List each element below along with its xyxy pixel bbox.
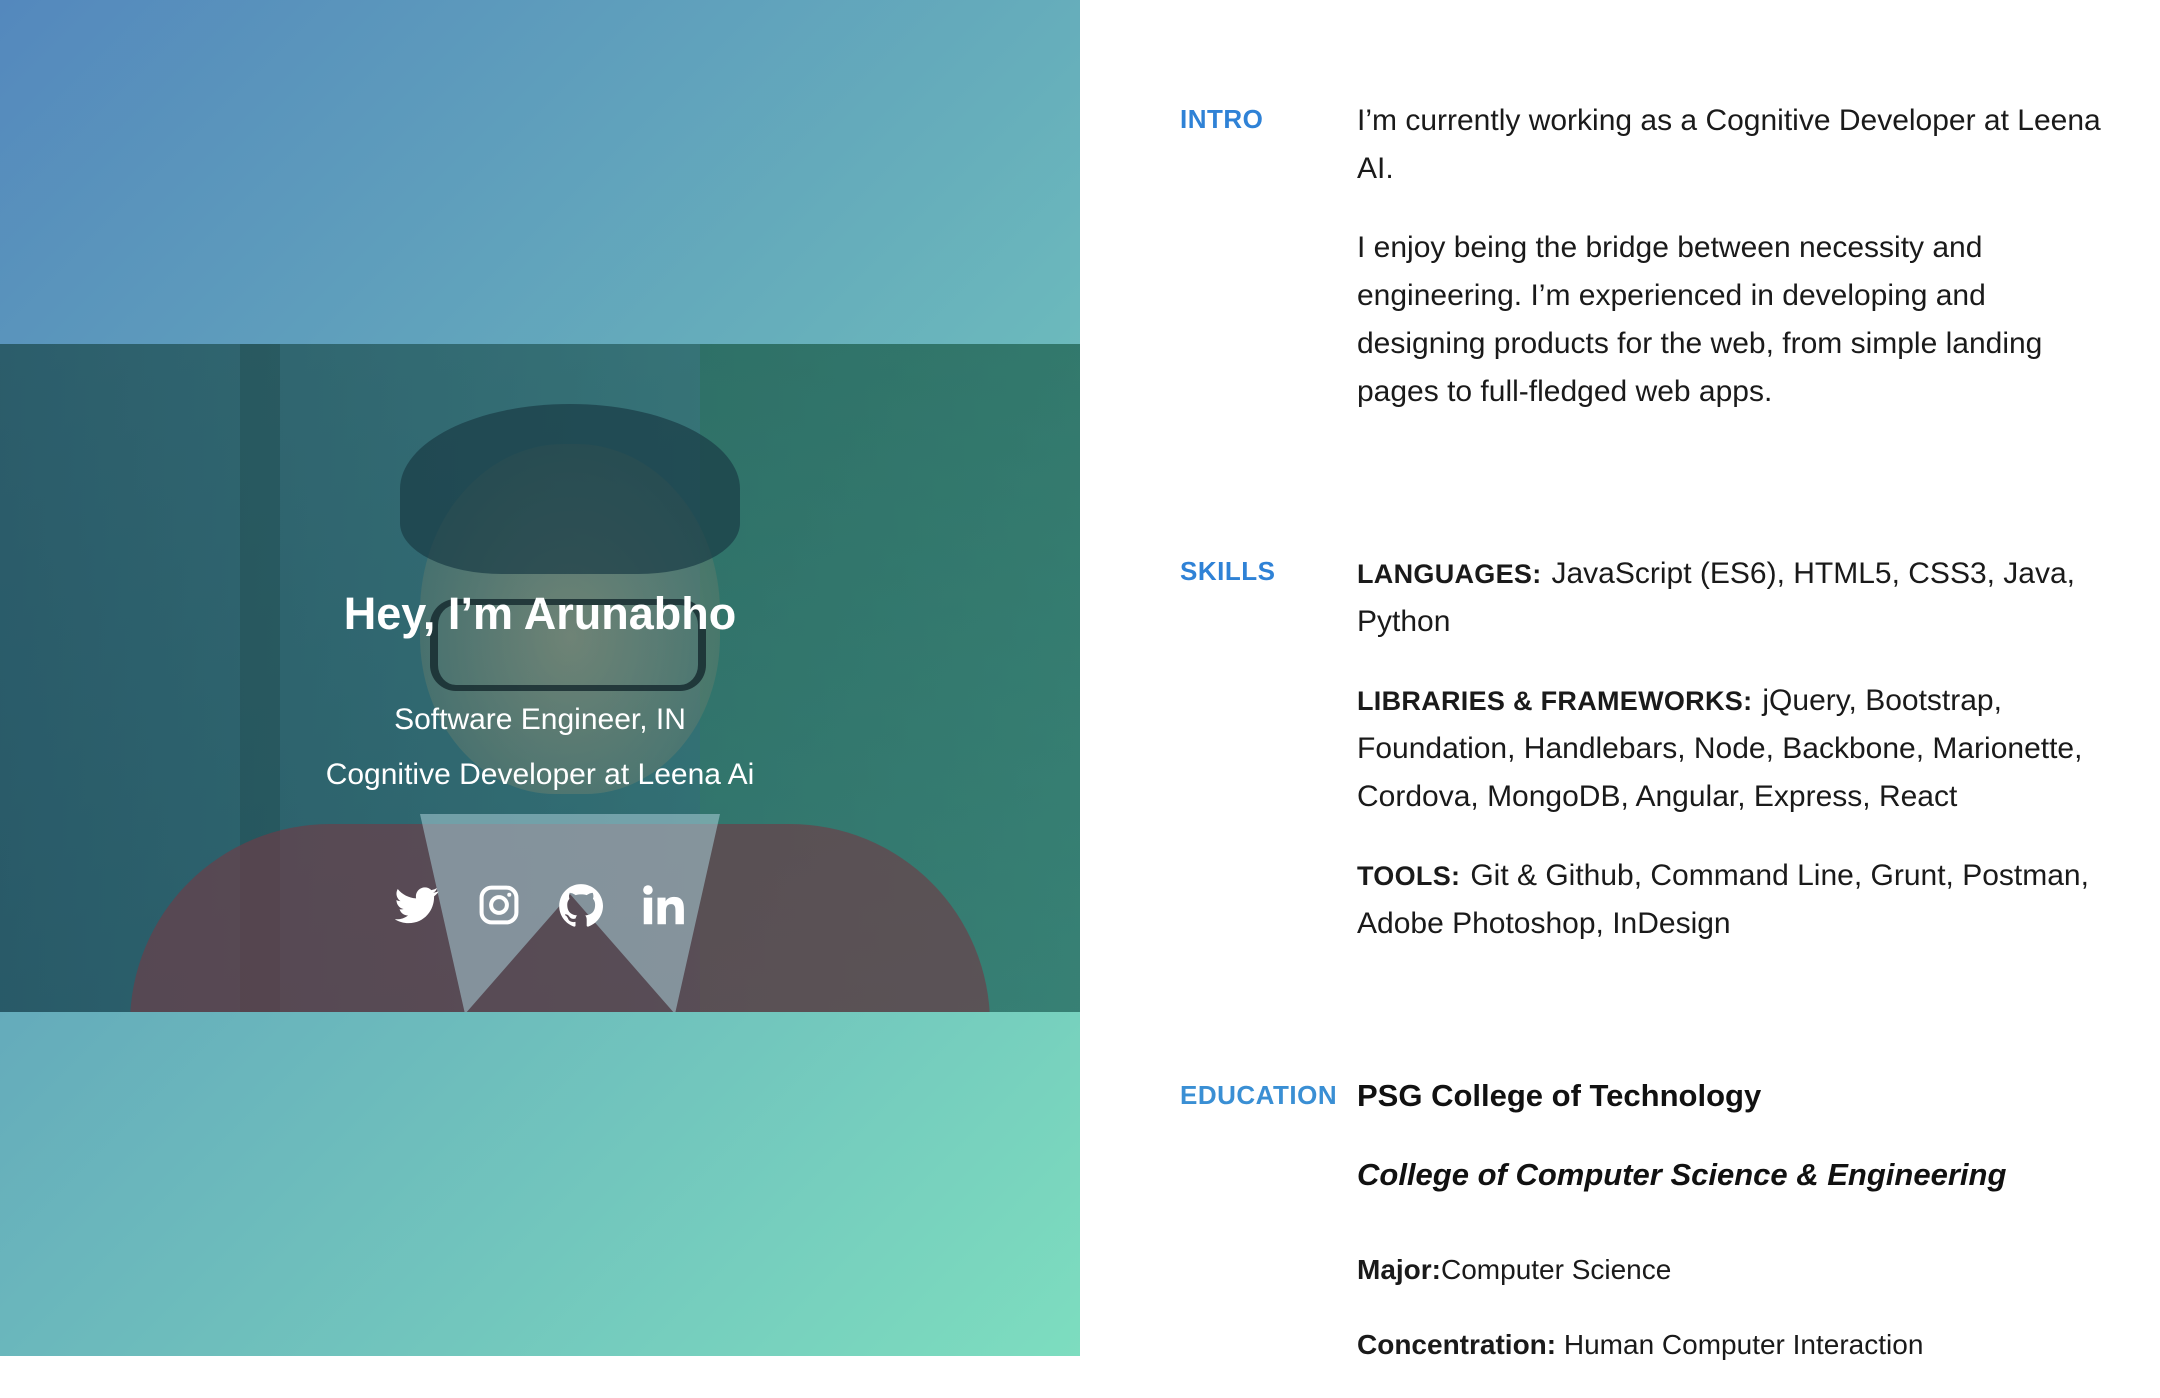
skills-label: SKILLS — [1180, 556, 1276, 586]
intro-label: INTRO — [1180, 104, 1264, 134]
intro-section: I’m currently working as a Cognitive Dev… — [1357, 97, 2117, 447]
skills-libraries: LIBRARIES & FRAMEWORKS: jQuery, Bootstrap… — [1357, 677, 2117, 821]
linkedin-icon — [643, 885, 684, 925]
education-school: PSG College of Technology — [1357, 1078, 1762, 1113]
skills-languages: LANGUAGES: JavaScript (ES6), HTML5, CSS3,… — [1357, 550, 2117, 646]
tools-label: TOOLS: — [1357, 861, 1461, 891]
instagram-link[interactable] — [477, 883, 521, 927]
instagram-icon — [479, 885, 519, 925]
hero-content: Hey, I’m Arunabho Software Engineer, IN … — [0, 0, 1080, 1356]
tools-value: Git & Github, Command Line, Grunt, Postm… — [1357, 859, 2089, 940]
social-links — [0, 883, 1080, 927]
education-major: Major:Computer Science — [1357, 1248, 2117, 1292]
languages-label: LANGUAGES: — [1357, 559, 1542, 589]
twitter-icon — [395, 887, 439, 924]
hero-subtitle-job: Cognitive Developer at Leena Ai — [325, 758, 755, 791]
skills-section: LANGUAGES: JavaScript (ES6), HTML5, CSS3,… — [1357, 550, 2117, 979]
linkedin-link[interactable] — [641, 883, 685, 927]
resume-content: INTRO I’m currently working as a Cogniti… — [1080, 0, 2160, 1360]
major-label: Major: — [1357, 1254, 1441, 1285]
concentration-value: Human Computer Interaction — [1563, 1329, 1924, 1360]
education-college: College of Computer Science & Engineerin… — [1357, 1157, 2007, 1192]
skills-tools: TOOLS: Git & Github, Command Line, Grunt,… — [1357, 852, 2117, 948]
hero-title: Hey, I’m Arunabho — [343, 588, 737, 639]
github-link[interactable] — [559, 883, 603, 927]
github-icon — [559, 884, 603, 927]
twitter-link[interactable] — [395, 883, 439, 927]
hero-panel: Hey, I’m Arunabho Software Engineer, IN … — [0, 0, 1080, 1356]
intro-paragraph-2: I enjoy being the bridge between necessi… — [1357, 231, 2043, 408]
education-label: EDUCATION — [1180, 1080, 1338, 1110]
intro-paragraph-1: I’m currently working as a Cognitive Dev… — [1357, 104, 2101, 185]
libraries-label: LIBRARIES & FRAMEWORKS: — [1357, 686, 1753, 716]
education-section: PSG College of Technology College of Com… — [1357, 1072, 2117, 1398]
major-value: Computer Science — [1441, 1254, 1672, 1285]
concentration-label: Concentration: — [1357, 1329, 1557, 1360]
hero-subtitle-role: Software Engineer, IN — [394, 703, 686, 736]
education-concentration: Concentration: Human Computer Interactio… — [1357, 1323, 2117, 1367]
